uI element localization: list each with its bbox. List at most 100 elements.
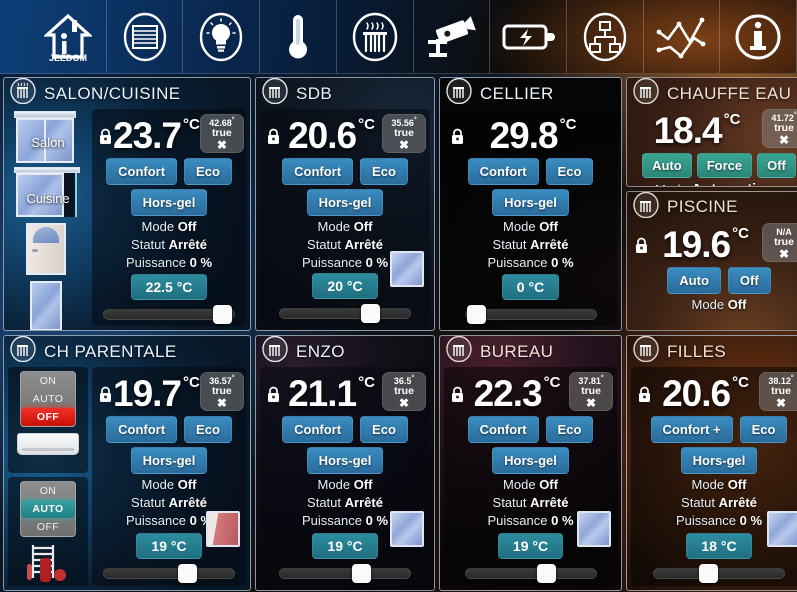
horsgel-button[interactable]: Hors-gel — [130, 447, 208, 474]
window-thumbnail[interactable] — [767, 511, 797, 547]
door-widget[interactable] — [26, 223, 66, 275]
switch-option-on[interactable]: ON — [21, 372, 75, 390]
confort-button[interactable]: Confort — [282, 416, 354, 443]
lock-icon[interactable] — [98, 128, 113, 150]
lock-icon[interactable] — [634, 237, 649, 259]
toolbar-item-batteries[interactable] — [490, 0, 567, 73]
horsgel-button[interactable]: Hors-gel — [130, 189, 208, 216]
switch-option-off[interactable]: OFF — [21, 518, 75, 536]
towel-radiator-icon[interactable] — [21, 542, 75, 582]
switch-option-off[interactable]: OFF — [21, 408, 75, 426]
panel-ch-parentale[interactable]: CH PARENTALE ON AUTO OFF ON AUTO OFF 19.… — [3, 335, 251, 591]
toolbar-item-shutters[interactable] — [107, 0, 184, 73]
status-badge[interactable]: 35.56° true ✖ — [382, 114, 426, 154]
close-icon[interactable]: ✖ — [764, 248, 797, 260]
status-badge[interactable]: 41.72° true ✖ — [762, 109, 797, 149]
status-badge[interactable]: 36.5° true ✖ — [382, 372, 426, 412]
toolbar-item-lights[interactable] — [183, 0, 261, 73]
lock-icon[interactable] — [98, 386, 113, 408]
auto-button[interactable]: Auto — [667, 266, 721, 294]
setpoint-value[interactable]: 0 °C — [501, 274, 560, 300]
toolbar-item-network[interactable] — [567, 0, 644, 73]
horsgel-button[interactable]: Hors-gel — [492, 189, 569, 216]
window-widget-cuisine[interactable] — [14, 167, 80, 219]
setpoint-slider[interactable] — [464, 305, 597, 324]
close-icon[interactable]: ✖ — [202, 139, 242, 151]
toolbar-item-charts[interactable] — [644, 0, 721, 73]
eco-button[interactable]: Eco — [739, 416, 788, 443]
panel-bureau[interactable]: BUREAU 22.3 °C 37.81° true ✖ Confort Eco… — [439, 335, 622, 591]
slider-thumb[interactable] — [178, 564, 198, 583]
toolbar-item-jeedom-home[interactable]: JEEDOM — [30, 0, 107, 73]
slider-thumb[interactable] — [351, 564, 371, 583]
setpoint-slider[interactable] — [464, 564, 597, 583]
status-badge[interactable]: 38.12° true ✖ — [759, 372, 797, 412]
toolbar-item-heating[interactable] — [337, 0, 414, 73]
slider-thumb[interactable] — [699, 564, 719, 583]
status-badge[interactable]: 36.57° true ✖ — [199, 372, 244, 412]
climatiseur-switch[interactable]: ON AUTO OFF — [20, 371, 76, 427]
switch-option-auto[interactable]: AUTO — [21, 390, 75, 408]
seche-serviette-switch[interactable]: ON AUTO OFF — [20, 481, 76, 537]
off-button[interactable]: Off — [757, 153, 796, 178]
confort-button[interactable]: Confort — [282, 158, 354, 185]
off-button[interactable]: Off — [727, 266, 771, 294]
confort-plus-button[interactable]: Confort + — [650, 416, 733, 443]
horsgel-button[interactable]: Hors-gel — [306, 447, 384, 474]
door-thumbnail[interactable] — [206, 511, 240, 547]
switch-option-auto[interactable]: AUTO — [21, 500, 75, 518]
close-icon[interactable]: ✖ — [761, 397, 797, 409]
horsgel-button[interactable]: Hors-gel — [306, 189, 384, 216]
window-thumbnail[interactable] — [577, 511, 611, 547]
panel-enzo[interactable]: ENZO 21.1 °C 36.5° true ✖ Confort Eco Ho… — [255, 335, 435, 591]
horsgel-button[interactable]: Hors-gel — [492, 447, 569, 474]
window-thumbnail[interactable] — [390, 511, 424, 547]
confort-button[interactable]: Confort — [467, 158, 539, 185]
eco-button[interactable]: Eco — [545, 158, 594, 185]
status-badge[interactable]: 37.81° true ✖ — [569, 372, 613, 412]
close-icon[interactable]: ✖ — [384, 139, 424, 151]
close-icon[interactable]: ✖ — [571, 397, 611, 409]
auto-button[interactable]: Auto — [642, 153, 692, 178]
close-icon[interactable]: ✖ — [384, 397, 424, 409]
air-conditioner-icon[interactable] — [17, 433, 79, 455]
slider-thumb[interactable] — [360, 304, 380, 323]
setpoint-slider[interactable] — [279, 564, 411, 583]
confort-button[interactable]: Confort — [106, 158, 178, 185]
window-thumbnail[interactable] — [390, 251, 424, 287]
lock-icon[interactable] — [266, 128, 281, 150]
panel-cellier[interactable]: CELLIER 29.8 °C Confort Eco Hors-gel Mod… — [439, 77, 622, 331]
status-badge[interactable]: N/A true ✖ — [762, 222, 797, 263]
horsgel-button[interactable]: Hors-gel — [680, 447, 758, 474]
lock-icon[interactable] — [450, 386, 465, 408]
setpoint-slider[interactable] — [103, 305, 235, 324]
force-button[interactable]: Force — [696, 153, 753, 178]
eco-button[interactable]: Eco — [545, 416, 594, 443]
confort-button[interactable]: Confort — [467, 416, 539, 443]
setpoint-slider[interactable] — [653, 564, 785, 583]
window-widget-salon[interactable] — [14, 111, 76, 163]
close-icon[interactable]: ✖ — [764, 134, 797, 146]
toolbar-item-cameras[interactable] — [414, 0, 491, 73]
close-icon[interactable]: ✖ — [202, 397, 242, 409]
slider-thumb[interactable] — [467, 305, 487, 324]
eco-button[interactable]: Eco — [360, 158, 408, 185]
lock-icon[interactable] — [266, 386, 281, 408]
setpoint-value[interactable]: 22.5 °C — [130, 274, 208, 300]
lock-icon[interactable] — [450, 128, 465, 150]
panel-salon-cuisine[interactable]: SALON/CUISINE Salon Cuisine 23.7 °C 42.6… — [3, 77, 251, 331]
slider-thumb[interactable] — [537, 564, 557, 583]
panel-piscine[interactable]: PISCINE 19.6 °C N/A true ✖ Auto Off Mode… — [626, 190, 797, 331]
panel-sdb[interactable]: SDB 20.6 °C 35.56° true ✖ Confort Eco Ho… — [255, 77, 435, 331]
confort-button[interactable]: Confort — [106, 416, 178, 443]
window-widget-tall[interactable] — [30, 281, 62, 330]
setpoint-slider[interactable] — [103, 564, 235, 583]
status-badge[interactable]: 42.68° true ✖ — [199, 114, 244, 154]
lock-icon[interactable] — [637, 386, 652, 408]
switch-option-on[interactable]: ON — [21, 482, 75, 500]
toolbar-item-info[interactable] — [720, 0, 797, 73]
eco-button[interactable]: Eco — [184, 158, 232, 185]
panel-chauffe-eau[interactable]: CHAUFFE EAU 18.4 °C 41.72° true ✖ Auto Fo… — [626, 77, 797, 187]
toolbar-item-temperatures[interactable] — [260, 0, 337, 73]
slider-thumb[interactable] — [212, 305, 232, 324]
